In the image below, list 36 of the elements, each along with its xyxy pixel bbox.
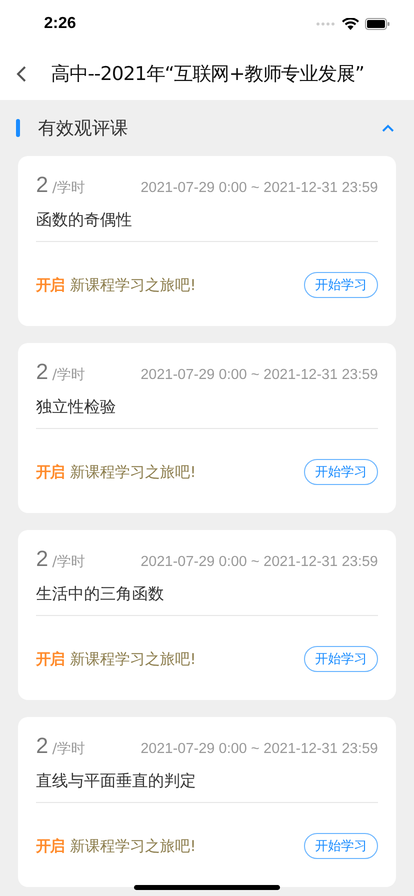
hours-value: 2 [36,359,48,385]
page-title: 高中--2021年“互联网+教师专业发展” [51,62,364,87]
section-title: 有效观评课 [38,117,129,140]
course-title: 生活中的三角函数 [36,572,378,616]
slogan-text: 新课程学习之旅吧! [70,276,198,294]
course-title: 独立性检验 [36,385,378,429]
date-range: 2021-07-29 0:00 ~ 2021-12-31 23:59 [140,554,378,570]
slogan-text: 新课程学习之旅吧! [70,650,198,668]
signal-icon [316,21,336,27]
tag-label: 开启 [36,836,64,856]
tag-label: 开启 [36,650,64,668]
start-button[interactable]: 开始学习 [304,833,378,859]
start-button[interactable]: 开始学习 [304,272,378,298]
date-range: 2021-07-29 0:00 ~ 2021-12-31 23:59 [140,367,378,383]
hours-unit: /学时 [52,740,86,758]
hours-unit: /学时 [52,366,86,384]
collapse-button[interactable] [380,122,396,134]
status-time: 2:26 [44,15,76,33]
course-title: 直线与平面垂直的判定 [36,759,378,803]
hours-unit: /学时 [52,553,86,571]
hours-value: 2 [36,733,48,759]
section-marker [16,119,20,137]
date-range: 2021-07-29 0:00 ~ 2021-12-31 23:59 [140,741,378,757]
hours-value: 2 [36,172,48,198]
battery-icon [365,18,390,30]
slogan-text: 新课程学习之旅吧! [70,462,198,482]
tag-label: 开启 [36,276,64,294]
start-button[interactable]: 开始学习 [304,646,378,672]
wifi-icon [342,18,359,30]
hours-value: 2 [36,546,48,572]
hours-unit: /学时 [52,179,86,197]
tag-label: 开启 [36,462,64,482]
course-title: 函数的奇偶性 [36,198,378,242]
start-button[interactable]: 开始学习 [304,459,378,485]
slogan-text: 新课程学习之旅吧! [70,836,198,856]
date-range: 2021-07-29 0:00 ~ 2021-12-31 23:59 [140,180,378,196]
